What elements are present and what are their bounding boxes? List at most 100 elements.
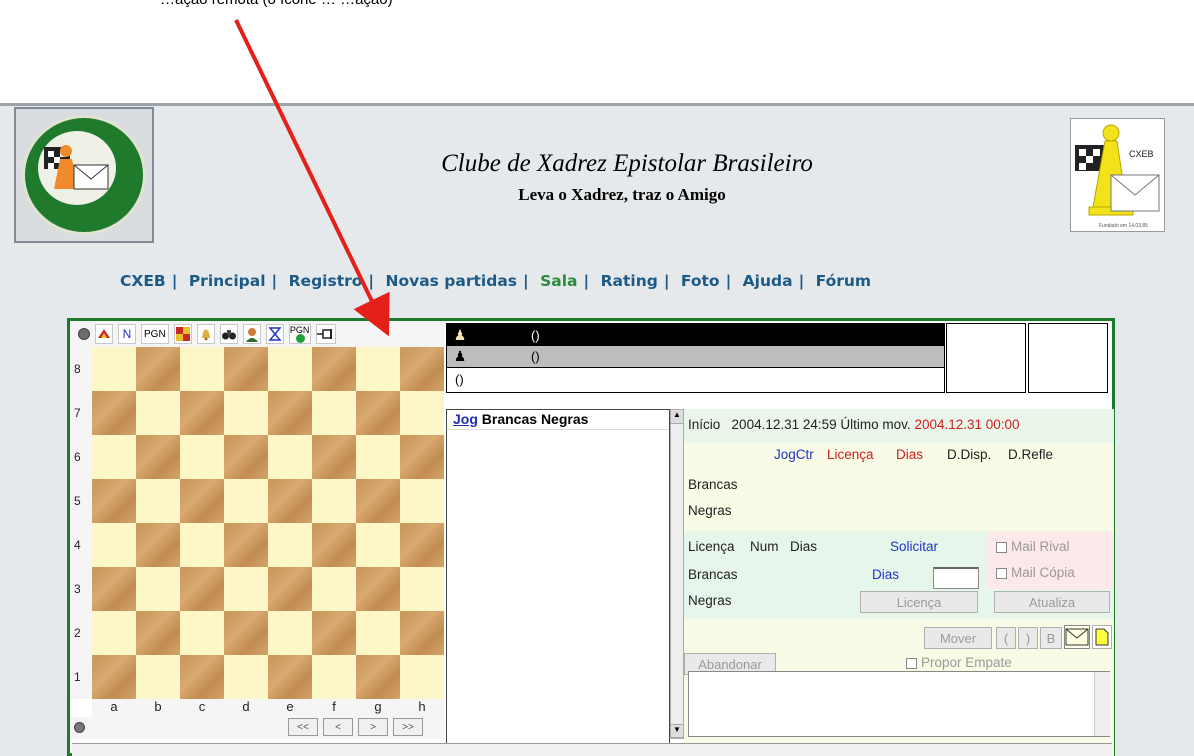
board-square[interactable] — [356, 655, 400, 699]
board-square[interactable] — [136, 567, 180, 611]
moves-scrollbar[interactable]: ▲ ▼ — [670, 409, 684, 739]
mail-envelope-icon[interactable] — [1064, 625, 1090, 649]
board-square[interactable] — [400, 435, 444, 479]
board-square[interactable] — [224, 611, 268, 655]
board-square[interactable] — [400, 347, 444, 391]
board-square[interactable] — [356, 567, 400, 611]
board-square[interactable] — [312, 523, 356, 567]
board-square[interactable] — [180, 479, 224, 523]
chess-board[interactable] — [92, 347, 444, 699]
board-square[interactable] — [268, 391, 312, 435]
board-square[interactable] — [268, 567, 312, 611]
player-icon[interactable] — [242, 324, 261, 344]
nav-cxeb[interactable]: CXEB — [120, 272, 166, 290]
board-square[interactable] — [92, 391, 136, 435]
board-square[interactable] — [180, 391, 224, 435]
board-square[interactable] — [180, 523, 224, 567]
board-square[interactable] — [268, 523, 312, 567]
bell-icon[interactable] — [196, 324, 215, 344]
board-square[interactable] — [400, 655, 444, 699]
moves-col-jog[interactable]: Jog — [453, 411, 478, 427]
board-square[interactable] — [92, 567, 136, 611]
propor-empate-option[interactable]: Propor Empate — [906, 655, 1012, 670]
board-square[interactable] — [92, 347, 136, 391]
hourglass-icon[interactable] — [265, 324, 284, 344]
solicitar-link[interactable]: Solicitar — [890, 539, 938, 554]
mail-copia-option[interactable]: Mail Cópia — [996, 565, 1075, 580]
open-paren-button[interactable]: ( — [996, 627, 1016, 649]
pgn-green-button[interactable]: PGN — [288, 324, 311, 344]
dias-input[interactable] — [933, 567, 979, 589]
scroll-down-icon[interactable]: ▼ — [671, 724, 683, 738]
board-square[interactable] — [400, 611, 444, 655]
propor-empate-checkbox[interactable] — [906, 657, 917, 669]
board-square[interactable] — [136, 435, 180, 479]
board-square[interactable] — [312, 435, 356, 479]
new-game-button[interactable]: N — [118, 324, 136, 344]
nav-foto[interactable]: Foto — [681, 272, 720, 290]
board-square[interactable] — [356, 479, 400, 523]
board-square[interactable] — [92, 479, 136, 523]
board-square[interactable] — [224, 391, 268, 435]
board-square[interactable] — [136, 479, 180, 523]
board-square[interactable] — [268, 611, 312, 655]
first-move-button[interactable]: << — [288, 718, 318, 736]
board-square[interactable] — [224, 479, 268, 523]
binoculars-icon[interactable] — [219, 324, 238, 344]
nav-forum[interactable]: Fórum — [816, 272, 871, 290]
board-square[interactable] — [268, 479, 312, 523]
board-square[interactable] — [400, 479, 444, 523]
nav-ajuda[interactable]: Ajuda — [743, 272, 793, 290]
board-square[interactable] — [356, 523, 400, 567]
board-square[interactable] — [180, 655, 224, 699]
board-square[interactable] — [92, 611, 136, 655]
mail-rival-checkbox[interactable] — [996, 541, 1007, 553]
pin-icon[interactable] — [315, 324, 336, 344]
comment-textarea[interactable] — [688, 671, 1110, 737]
board-square[interactable] — [180, 567, 224, 611]
board-square[interactable] — [312, 567, 356, 611]
board-square[interactable] — [92, 435, 136, 479]
board-square[interactable] — [136, 391, 180, 435]
mover-button[interactable]: Mover — [924, 627, 992, 649]
nav-novas-partidas[interactable]: Novas partidas — [386, 272, 518, 290]
board-square[interactable] — [136, 347, 180, 391]
mail-copia-checkbox[interactable] — [996, 567, 1007, 579]
board-colors-icon[interactable] — [173, 324, 192, 344]
board-square[interactable] — [400, 567, 444, 611]
board-square[interactable] — [136, 523, 180, 567]
close-paren-button[interactable]: ) — [1018, 627, 1038, 649]
board-square[interactable] — [356, 391, 400, 435]
scroll-up-icon[interactable]: ▲ — [671, 410, 683, 424]
b-button[interactable]: B — [1040, 627, 1062, 649]
board-square[interactable] — [312, 611, 356, 655]
comment-scrollbar[interactable] — [1094, 672, 1110, 736]
board-square[interactable] — [224, 435, 268, 479]
board-square[interactable] — [224, 347, 268, 391]
nav-principal[interactable]: Principal — [189, 272, 266, 290]
next-move-button[interactable]: > — [358, 718, 388, 736]
board-square[interactable] — [312, 391, 356, 435]
nav-registro[interactable]: Registro — [289, 272, 363, 290]
atualiza-button[interactable]: Atualiza — [994, 591, 1110, 613]
nav-sala[interactable]: Sala — [540, 272, 577, 290]
board-square[interactable] — [312, 347, 356, 391]
board-square[interactable] — [268, 655, 312, 699]
board-square[interactable] — [136, 611, 180, 655]
board-square[interactable] — [268, 435, 312, 479]
board-square[interactable] — [268, 347, 312, 391]
nav-rating[interactable]: Rating — [601, 272, 658, 290]
board-square[interactable] — [180, 435, 224, 479]
board-square[interactable] — [224, 655, 268, 699]
flip-board-icon[interactable] — [95, 324, 113, 344]
pgn-button[interactable]: PGN — [141, 324, 169, 344]
board-square[interactable] — [400, 391, 444, 435]
board-square[interactable] — [400, 523, 444, 567]
board-square[interactable] — [136, 655, 180, 699]
board-square[interactable] — [180, 611, 224, 655]
board-square[interactable] — [312, 479, 356, 523]
new-note-icon[interactable] — [1092, 625, 1112, 649]
moves-list[interactable]: Jog Brancas Negras — [446, 409, 670, 756]
licenca-button[interactable]: Licença — [860, 591, 978, 613]
board-square[interactable] — [224, 523, 268, 567]
